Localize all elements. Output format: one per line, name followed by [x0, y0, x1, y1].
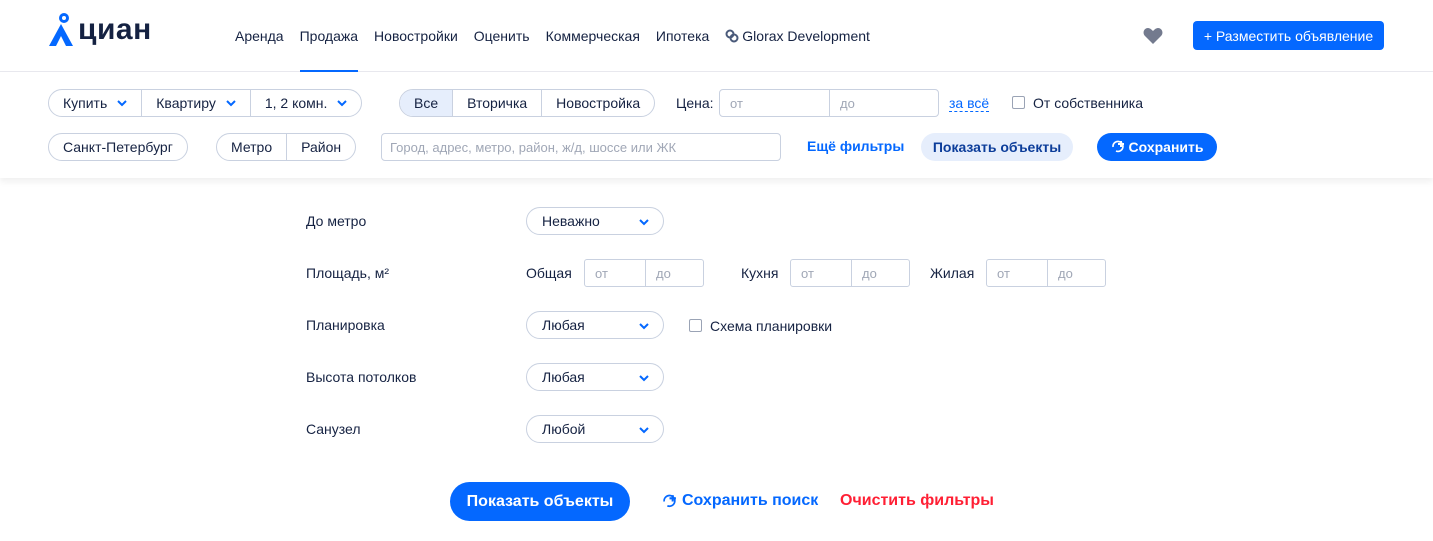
nav-item-glorax[interactable]: Glorax Development: [725, 0, 870, 72]
price-range: [719, 89, 939, 117]
more-filters-link[interactable]: Ещё фильтры: [807, 138, 904, 154]
main-nav: Аренда Продажа Новостройки Оценить Комме…: [235, 0, 886, 72]
ceiling-height-select[interactable]: Любая: [526, 363, 664, 391]
deal-type-select[interactable]: Купить: [49, 90, 143, 116]
area-living-label: Жилая: [930, 265, 975, 281]
save-search-link[interactable]: Сохранить поиск: [662, 492, 818, 510]
logo-mark-icon: [49, 13, 73, 46]
nav-item-sale[interactable]: Продажа: [299, 0, 359, 72]
district-button[interactable]: Район: [287, 134, 355, 160]
area-total-from-input[interactable]: [585, 260, 646, 286]
glorax-logo-icon: [725, 29, 739, 43]
deal-type-value: Купить: [63, 95, 108, 111]
area-kitchen-to-input[interactable]: [852, 260, 909, 286]
glorax-label: Glorax Development: [742, 28, 870, 44]
owner-checkbox[interactable]: [1012, 96, 1025, 109]
chevron-down-icon: [639, 323, 649, 330]
area-total-range: [584, 259, 704, 287]
area-living-to-input[interactable]: [1048, 260, 1105, 286]
price-from-input[interactable]: [720, 90, 830, 116]
rooms-value: 1, 2 комн.: [264, 95, 328, 111]
nav-item-mortgage[interactable]: Ипотека: [656, 0, 709, 72]
clear-filters-link[interactable]: Очистить фильтры: [840, 492, 994, 510]
area-kitchen-label: Кухня: [741, 265, 779, 281]
chevron-down-icon: [639, 427, 649, 434]
chevron-down-icon: [639, 219, 649, 226]
metro-distance-value: Неважно: [542, 213, 600, 229]
save-button-label: Сохранить: [1128, 139, 1204, 155]
ceiling-height-value: Любая: [542, 369, 585, 385]
price-unit-link[interactable]: за всё: [949, 95, 990, 112]
city-button[interactable]: Санкт-Петербург: [49, 134, 187, 160]
layout-value: Любая: [542, 317, 585, 333]
metro-distance-label: До метро: [306, 213, 367, 229]
chevron-down-icon: [226, 100, 236, 107]
city-select: Санкт-Петербург: [48, 133, 188, 161]
segment-new[interactable]: Новостройка: [542, 90, 654, 116]
deal-filter-group: Купить Квартиру 1, 2 комн.: [48, 89, 363, 117]
area-living-range: [986, 259, 1106, 287]
price-to-input[interactable]: [830, 90, 938, 116]
layout-select[interactable]: Любая: [526, 311, 664, 339]
show-objects-button[interactable]: Показать объекты: [450, 482, 630, 521]
chevron-down-icon: [337, 100, 348, 107]
nav-item-new-buildings[interactable]: Новостройки: [374, 0, 458, 72]
address-search-input[interactable]: [381, 133, 781, 161]
bathroom-label: Санузел: [306, 421, 361, 437]
area-kitchen-from-input[interactable]: [791, 260, 852, 286]
nav-item-commercial[interactable]: Коммерческая: [546, 0, 640, 72]
metro-button[interactable]: Метро: [217, 134, 288, 160]
area-living-from-input[interactable]: [987, 260, 1048, 286]
geo-filter-group: Метро Район: [216, 133, 357, 161]
heart-icon[interactable]: [1143, 27, 1163, 45]
metro-distance-select[interactable]: Неважно: [526, 207, 664, 235]
layout-label: Планировка: [306, 317, 385, 333]
show-objects-top-button[interactable]: Показать объекты: [921, 133, 1073, 161]
chevron-down-icon: [639, 375, 649, 382]
cian-logo[interactable]: циан: [48, 10, 152, 50]
owner-label: От собственника: [1033, 95, 1143, 111]
bathroom-value: Любой: [542, 421, 586, 437]
chevron-down-icon: [117, 100, 127, 107]
rooms-select[interactable]: 1, 2 комн.: [251, 90, 362, 116]
area-kitchen-range: [790, 259, 910, 287]
place-ad-button[interactable]: + Разместить объявление: [1193, 21, 1384, 50]
area-total-label: Общая: [526, 265, 572, 281]
segment-all[interactable]: Все: [400, 90, 454, 116]
object-type-value: Квартиру: [156, 95, 216, 111]
nav-item-rent[interactable]: Аренда: [235, 0, 284, 72]
search-filter-bar: Купить Квартиру 1, 2 комн. Все Вторичка …: [0, 72, 1433, 178]
bottom-actions: Показать объекты Сохранить поиск Очистит…: [0, 457, 1433, 541]
top-header: циан Аренда Продажа Новостройки Оценить …: [0, 0, 1433, 72]
logo-text: циан: [78, 13, 152, 46]
nav-item-estimate[interactable]: Оценить: [474, 0, 530, 72]
save-search-icon: [1111, 140, 1124, 153]
layout-scheme-checkbox[interactable]: [689, 319, 702, 332]
save-search-icon: [663, 494, 676, 507]
market-segment-group: Все Вторичка Новостройка: [399, 89, 656, 117]
bathroom-select[interactable]: Любой: [526, 415, 664, 443]
area-total-to-input[interactable]: [646, 260, 703, 286]
area-label: Площадь, м²: [306, 265, 390, 281]
segment-secondary[interactable]: Вторичка: [453, 90, 543, 116]
save-search-label: Сохранить поиск: [682, 492, 819, 509]
ceiling-height-label: Высота потолков: [306, 369, 417, 385]
object-type-select[interactable]: Квартиру: [142, 90, 251, 116]
layout-scheme-label: Схема планировки: [710, 318, 833, 334]
price-label: Цена:: [676, 95, 714, 111]
save-button[interactable]: Сохранить: [1097, 133, 1217, 161]
